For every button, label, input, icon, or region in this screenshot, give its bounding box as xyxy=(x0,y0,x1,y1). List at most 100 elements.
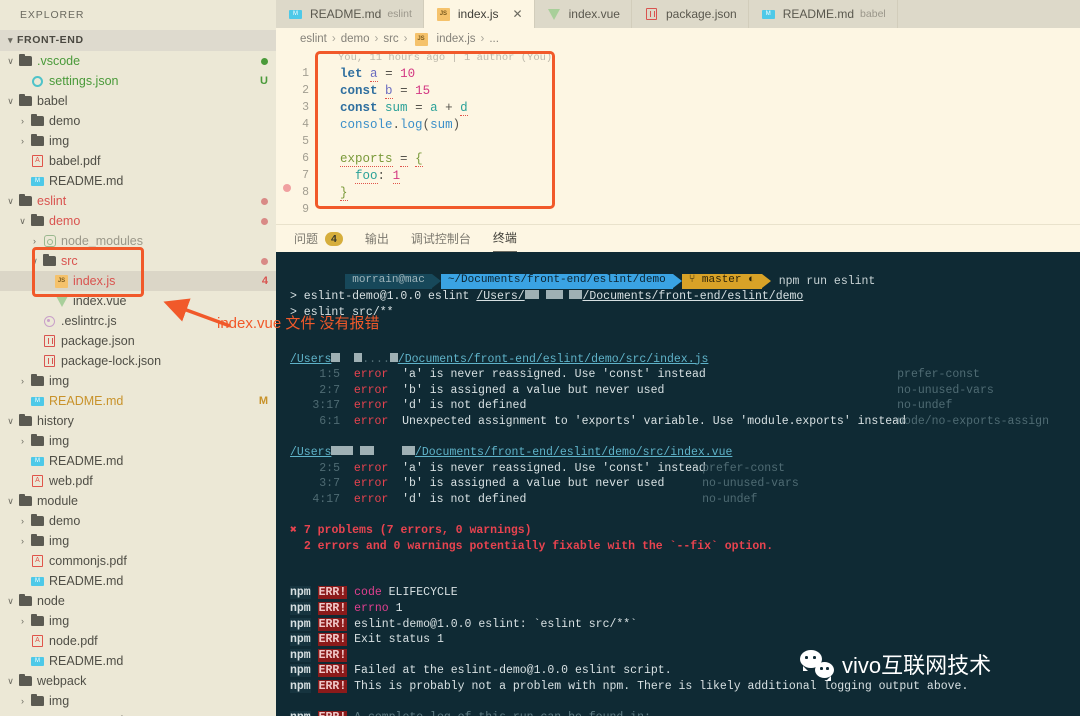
prompt-git-branch: ⑂ master ◐ xyxy=(681,273,762,289)
chevron-right-icon[interactable]: › xyxy=(16,516,29,526)
tree-item-babel-pdf[interactable]: babel.pdf xyxy=(0,151,276,171)
tree-item-img[interactable]: › img xyxy=(0,531,276,551)
markdown-icon xyxy=(287,9,304,19)
js-icon xyxy=(435,7,452,21)
npm-error-row: npm ERR! eslint-demo@1.0.0 eslint: `esli… xyxy=(290,617,638,631)
chevron-right-icon[interactable]: › xyxy=(16,616,29,626)
chevron-down-icon[interactable]: ∨ xyxy=(4,496,17,507)
panel-tab-问题[interactable]: 问题 4 xyxy=(294,230,343,252)
vue-icon xyxy=(546,8,563,20)
tree-item-babel[interactable]: ∨ babel xyxy=(0,91,276,111)
pdf-icon xyxy=(29,555,46,567)
tree-item-readme-md[interactable]: README.md xyxy=(0,571,276,591)
editor-tab-readme-md-babel[interactable]: README.md babel xyxy=(748,0,898,28)
close-icon[interactable]: ✕ xyxy=(513,7,523,21)
chevron-right-icon[interactable]: › xyxy=(16,116,29,126)
breadcrumb-item[interactable]: eslint xyxy=(300,33,327,45)
chevron-down-icon[interactable]: ∨ xyxy=(28,256,41,267)
tree-item-label: img xyxy=(49,534,70,548)
tree-item-label: demo xyxy=(49,514,81,528)
js-icon xyxy=(413,32,430,46)
tree-item-node-pdf[interactable]: node.pdf xyxy=(0,631,276,651)
chevron-down-icon[interactable]: ∨ xyxy=(16,216,29,227)
chevron-right-icon[interactable]: › xyxy=(28,236,41,246)
chevron-down-icon[interactable]: ∨ xyxy=(4,96,17,107)
tree-item--vscode[interactable]: ∨ .vscode xyxy=(0,51,276,71)
tree-item-demo[interactable]: › demo xyxy=(0,511,276,531)
pdf-icon xyxy=(29,635,46,647)
tree-item-commonjs-pdf[interactable]: commonjs.pdf xyxy=(0,551,276,571)
chevron-right-icon[interactable]: › xyxy=(16,696,29,706)
editor-tab-index-vue[interactable]: index.vue xyxy=(534,0,632,28)
terminal-prompt-line: morrain@mac ~/Documents/front-end/eslint… xyxy=(290,258,1080,289)
panel-tab-终端[interactable]: 终端 xyxy=(492,229,517,252)
npm-error-row: npm ERR! code ELIFECYCLE xyxy=(290,586,458,600)
tree-item-img[interactable]: › img xyxy=(0,691,276,711)
tree-item-label: babel xyxy=(37,94,68,108)
markdown-icon xyxy=(29,576,46,586)
tree-item-demo[interactable]: ∨ demo xyxy=(0,211,276,231)
tree-item-history[interactable]: ∨ history xyxy=(0,411,276,431)
tree-item-demo[interactable]: › demo xyxy=(0,111,276,131)
npm-error-row: npm ERR! Exit status 1 xyxy=(290,633,444,647)
tree-item-readme-md[interactable]: README.md xyxy=(0,711,276,716)
tree-item-img[interactable]: › img xyxy=(0,131,276,151)
code-line: 2 const b = 15 xyxy=(276,82,1080,99)
editor-tab-readme-md-eslint[interactable]: README.md eslint xyxy=(276,0,424,28)
chevron-down-icon[interactable]: ∨ xyxy=(4,596,17,607)
eslint-errors-file-2: 2:5 error 'a' is never reassigned. Use '… xyxy=(290,461,1080,508)
tree-item-img[interactable]: › img xyxy=(0,431,276,451)
tree-item-web-pdf[interactable]: web.pdf xyxy=(0,471,276,491)
tree-item-label: img xyxy=(49,374,70,388)
prompt-path: ~/Documents/front-end/eslint/demo xyxy=(440,273,673,289)
code-content: let a = 10 xyxy=(340,66,416,82)
tree-item-module[interactable]: ∨ module xyxy=(0,491,276,511)
pdf-icon xyxy=(29,155,46,167)
tree-item-img[interactable]: › img xyxy=(0,371,276,391)
tree-item-index-js[interactable]: index.js 4 xyxy=(0,271,276,291)
breadcrumb-item[interactable]: ... xyxy=(489,33,499,45)
breadcrumb-item[interactable]: src xyxy=(383,33,398,45)
chevron-down-icon[interactable]: ∨ xyxy=(4,196,17,207)
tree-item-package-lock-json[interactable]: package-lock.json xyxy=(0,351,276,371)
tree-item-label: babel.pdf xyxy=(49,154,101,168)
tree-item-label: package.json xyxy=(61,334,135,348)
tree-item-webpack[interactable]: ∨ webpack xyxy=(0,671,276,691)
panel-tab-输出[interactable]: 输出 xyxy=(365,230,389,252)
chevron-down-icon[interactable]: ∨ xyxy=(4,56,17,67)
chevron-down-icon[interactable]: ∨ xyxy=(4,416,17,427)
tree-item-node[interactable]: ∨ node xyxy=(0,591,276,611)
tree-item-eslint[interactable]: ∨ eslint xyxy=(0,191,276,211)
npm-icon xyxy=(41,235,58,247)
npm-error-row: npm ERR! errno 1 xyxy=(290,602,403,616)
chevron-down-icon[interactable]: ∨ xyxy=(4,676,17,687)
panel-tab-调试控制台[interactable]: 调试控制台 xyxy=(411,230,471,252)
tree-item-label: index.js xyxy=(73,274,116,288)
code-editor[interactable]: You, 11 hours ago | 1 author (You) 1 let … xyxy=(276,50,1080,224)
terminal-panel[interactable]: morrain@mac ~/Documents/front-end/eslint… xyxy=(276,252,1080,716)
tree-item-settings-json[interactable]: settings.json U xyxy=(0,71,276,91)
eslint-error-row: 2:5 error 'a' is never reassigned. Use '… xyxy=(319,461,785,475)
breadcrumb-item[interactable]: demo xyxy=(341,33,370,45)
tree-item-node-modules[interactable]: › node_modules xyxy=(0,231,276,251)
chevron-right-icon[interactable]: › xyxy=(16,376,29,386)
tree-item-img[interactable]: › img xyxy=(0,611,276,631)
tree-item-readme-md[interactable]: README.md xyxy=(0,171,276,191)
tree-item-readme-md[interactable]: README.md M xyxy=(0,391,276,411)
tree-item-label: node.pdf xyxy=(49,634,98,648)
chevron-right-icon[interactable]: › xyxy=(16,536,29,546)
panel-tab-label: 终端 xyxy=(492,231,517,245)
workspace-section-header[interactable]: ▾ FRONT-END xyxy=(0,30,276,51)
editor-tab-index-js[interactable]: index.js ✕ xyxy=(423,0,535,28)
editor-tab-package-json[interactable]: package.json xyxy=(631,0,749,28)
breadcrumb-item[interactable]: index.js xyxy=(437,33,476,45)
chevron-right-icon[interactable]: › xyxy=(16,136,29,146)
tree-item-readme-md[interactable]: README.md xyxy=(0,451,276,471)
tree-item-src[interactable]: ∨ src xyxy=(0,251,276,271)
line-number: 3 xyxy=(302,101,309,114)
tree-item-readme-md[interactable]: README.md xyxy=(0,651,276,671)
wechat-icon xyxy=(800,650,834,681)
tree-item-label: README.md xyxy=(49,574,124,588)
tree-item-status-dot xyxy=(261,257,268,265)
chevron-right-icon[interactable]: › xyxy=(16,436,29,446)
